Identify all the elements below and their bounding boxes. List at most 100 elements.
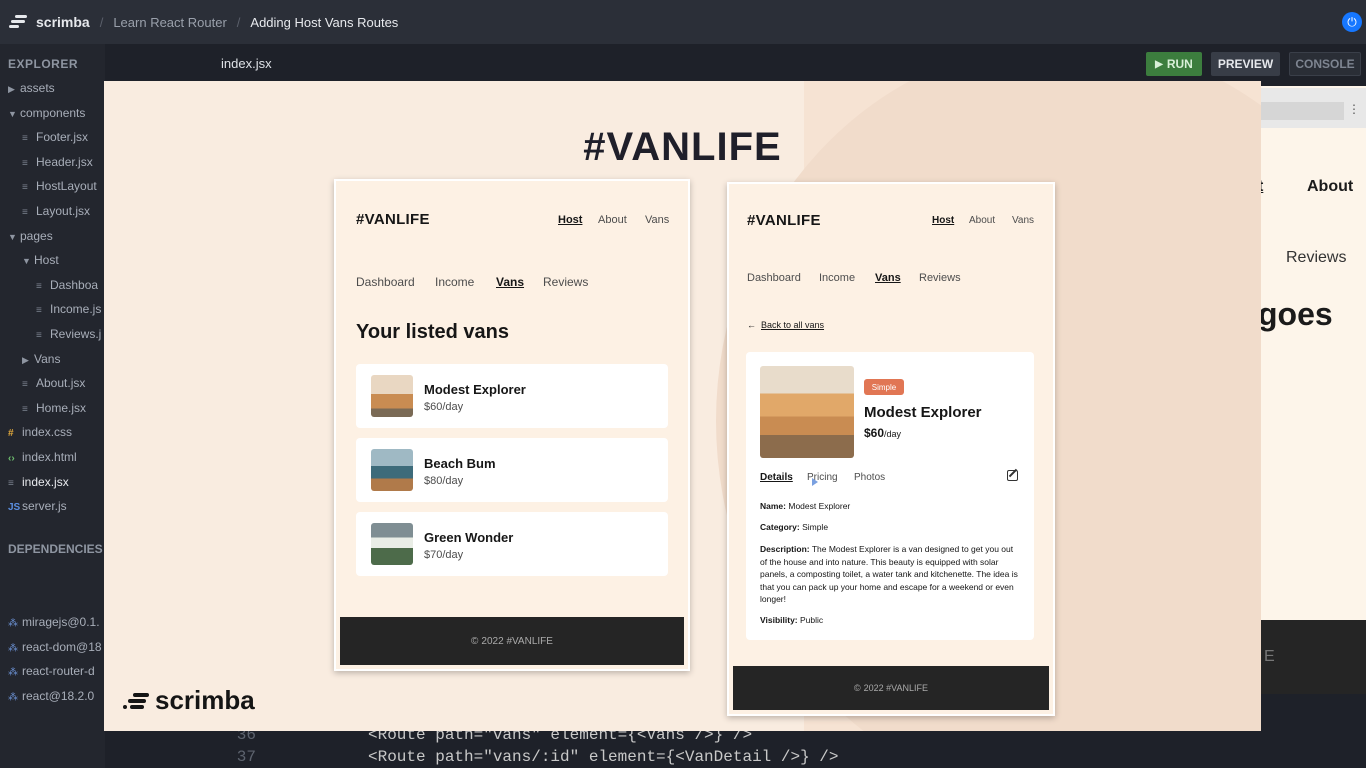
caret-right-icon: ▶ [8,84,15,94]
dependency-item[interactable]: ⁂ react@18.2.0 [8,686,94,706]
price-unit: /day [884,429,902,439]
editor-tab-index-jsx[interactable]: index.jsx [221,56,272,71]
file-icon: ≡ [22,133,28,145]
file-item[interactable]: ≡ Dashboa [36,275,98,295]
van-price: $60/day [424,401,464,413]
brand-name: scrimba [36,14,90,30]
scrimba-app: scrimba / Learn React Router / Adding Ho… [0,0,1366,768]
subnav-income[interactable]: Income [819,272,855,284]
file-icon: ≡ [22,157,28,169]
caret-down-icon: ▼ [8,108,17,119]
tree-item-label: Dashboa [50,277,99,292]
file-item[interactable]: ≡ Header.jsx [22,152,93,172]
subnav-vans[interactable]: Vans [496,275,524,289]
folder-item[interactable]: ▼ Host [22,250,59,270]
detail-category-row: Category: Simple [760,521,1020,534]
file-item[interactable]: JS server.js [8,496,67,516]
code-line: 37 <Route path="vans/:id" element={<VanDe… [200,748,839,768]
file-item[interactable]: ≡ Layout.jsx [22,201,90,221]
van-card[interactable]: Beach Bum $80/day [356,438,668,502]
nav-host[interactable]: Host [932,215,954,226]
folder-item[interactable]: ▶ assets [8,78,55,98]
scrimba-logo[interactable]: scrimba [9,14,90,30]
tree-item-label: components [20,105,86,120]
page-heading: Your listed vans [356,321,510,343]
power-icon[interactable]: ⏻ [1342,12,1362,32]
file-item[interactable]: ≡ index.jsx [8,472,69,492]
subnav-income[interactable]: Income [435,275,474,289]
nav-about[interactable]: About [598,214,627,226]
folder-item[interactable]: ▶ Vans [22,349,60,369]
preview-subnav-reviews[interactable]: Reviews [1286,249,1346,267]
tree-item-label: Host [34,253,59,268]
dependency-item[interactable]: ⁂ miragejs@0.1. [8,612,100,632]
preview-url-bar: ⋮ [1258,88,1366,128]
folder-item[interactable]: ▼ components [8,103,85,123]
file-item[interactable]: ≡ Reviews.j [36,324,101,344]
console-button[interactable]: CONSOLE [1289,52,1361,76]
copyright-icon: © [853,683,861,693]
preview-nav-about[interactable]: About [1307,178,1353,196]
nav-vans[interactable]: Vans [1012,215,1034,226]
run-button[interactable]: ▶ RUN [1146,52,1202,76]
dependency-item[interactable]: ⁂ react-dom@18 [8,637,102,657]
nav-about[interactable]: About [969,215,995,226]
tree-item-label: assets [20,81,55,95]
van-card[interactable]: Green Wonder $70/day [356,512,668,576]
package-icon: ⁂ [8,618,18,629]
file-explorer: EXPLORER ▶ assets ▼ components ≡ Footer.jsx ≡ H… [0,44,105,768]
detail-label: Visibility: [760,615,798,625]
phone-mockup-host-vans: #VANLIFE Host About Vans Dashboard Incom… [334,179,690,671]
subnav-dashboard[interactable]: Dashboard [747,272,801,284]
file-item[interactable]: ≡ Footer.jsx [22,127,88,147]
van-price: $80/day [424,475,464,487]
folder-item[interactable]: ▼ pages [8,226,53,246]
breadcrumb-separator: / [236,14,241,30]
tab-details[interactable]: Details [760,472,793,483]
nav-vans[interactable]: Vans [645,214,669,226]
breadcrumb-course[interactable]: Learn React Router [113,15,226,30]
van-photo [760,366,854,458]
scrimba-logo-icon [9,15,29,29]
tree-item-label: Vans [34,351,61,366]
file-item[interactable]: ≡ Home.jsx [22,398,86,418]
subnav-dashboard[interactable]: Dashboard [356,275,415,289]
file-item[interactable]: ≡ HostLayout [22,176,97,196]
file-item[interactable]: ≡ About.jsx [22,373,85,393]
subnav-reviews[interactable]: Reviews [543,275,588,289]
breadcrumb-separator: / [99,14,104,30]
file-item[interactable]: ‹› index.html [8,447,77,467]
tree-item-label: pages [20,228,53,243]
html-icon: ‹› [8,453,15,464]
edit-icon[interactable] [1007,468,1018,481]
code-text: <Route path="vans/:id" element={<VanDeta… [368,748,839,766]
subnav-vans[interactable]: Vans [875,272,901,284]
tree-item-label: Header.jsx [36,154,93,169]
tab-photos[interactable]: Photos [854,472,885,483]
caret-right-icon: ▶ [22,354,29,365]
preview-url-input[interactable] [1258,102,1344,120]
price-amount: $60 [864,426,885,440]
detail-name-row: Name: Modest Explorer [760,500,1020,513]
package-icon: ⁂ [8,691,18,703]
file-item[interactable]: ≡ Income.js [36,299,101,319]
van-name: Modest Explorer [424,382,526,397]
top-bar: scrimba / Learn React Router / Adding Ho… [0,0,1366,44]
van-card[interactable]: Modest Explorer $60/day [356,364,668,428]
detail-visibility-row: Visibility: Public [760,614,1020,627]
file-item[interactable]: # index.css [8,422,72,442]
scrimba-watermark-text: scrimba [155,685,255,715]
subnav-reviews[interactable]: Reviews [919,272,961,284]
code-editor[interactable]: 36 <Route path="vans" element={<Vans />} … [200,726,1366,768]
css-icon: # [8,428,14,440]
package-icon: ⁂ [8,667,18,679]
dependency-label: miragejs@0.1. [22,615,100,629]
nav-host[interactable]: Host [558,214,582,226]
detail-label: Name: [760,501,786,511]
package-icon: ⁂ [8,642,18,654]
more-options-icon[interactable]: ⋮ [1348,102,1360,116]
dependency-item[interactable]: ⁂ react-router-d [8,661,95,681]
van-thumbnail [371,375,413,417]
back-link[interactable]: ← Back to all vans [747,320,824,330]
preview-button[interactable]: PREVIEW [1211,52,1280,76]
